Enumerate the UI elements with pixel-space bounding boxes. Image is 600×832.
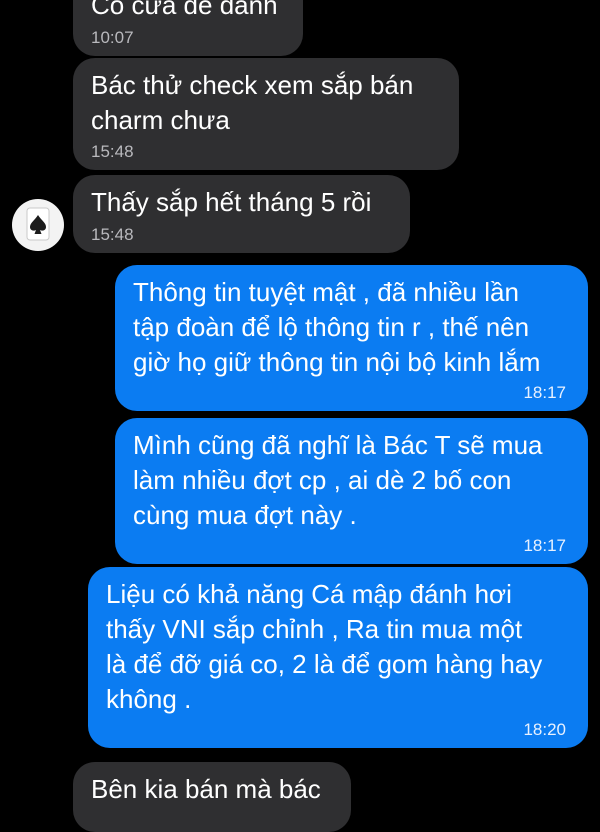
message-bubble-outgoing[interactable]: Mình cũng đã nghĩ là Bác T sẽ mua làm nh… — [115, 418, 588, 564]
message-bubble-incoming[interactable]: Bác thử check xem sắp bán charm chưa 15:… — [73, 58, 459, 170]
ace-of-spades-icon — [26, 207, 50, 241]
message-bubble-outgoing[interactable]: Liệu có khả năng Cá mập đánh hơi thấy VN… — [88, 567, 588, 748]
message-bubble-outgoing[interactable]: Thông tin tuyệt mật , đã nhiều lần tập đ… — [115, 265, 588, 411]
message-time: 18:17 — [523, 383, 566, 402]
message-time: 18:20 — [523, 720, 566, 739]
message-bubble-incoming[interactable]: Có cửa để đánh 10:07 — [73, 0, 303, 56]
message-bubble-incoming[interactable]: Bên kia bán mà bác — [73, 762, 351, 832]
message-text: Mình cũng đã nghĩ là Bác T sẽ mua làm nh… — [133, 430, 543, 530]
message-text: Bên kia bán mà bác — [91, 774, 321, 804]
message-text: Có cửa để đánh — [91, 0, 278, 20]
message-text: Thấy sắp hết tháng 5 rồi — [91, 187, 372, 217]
message-time: 18:17 — [523, 536, 566, 555]
message-bubble-incoming[interactable]: Thấy sắp hết tháng 5 rồi 15:48 — [73, 175, 410, 253]
contact-avatar[interactable] — [12, 199, 64, 251]
message-time: 15:48 — [91, 142, 134, 161]
message-text: Liệu có khả năng Cá mập đánh hơi thấy VN… — [106, 579, 543, 714]
message-time: 10:07 — [91, 28, 134, 47]
message-time: 15:48 — [91, 225, 134, 244]
message-text: Bác thử check xem sắp bán charm chưa — [91, 70, 414, 135]
message-text: Thông tin tuyệt mật , đã nhiều lần tập đ… — [133, 277, 541, 377]
